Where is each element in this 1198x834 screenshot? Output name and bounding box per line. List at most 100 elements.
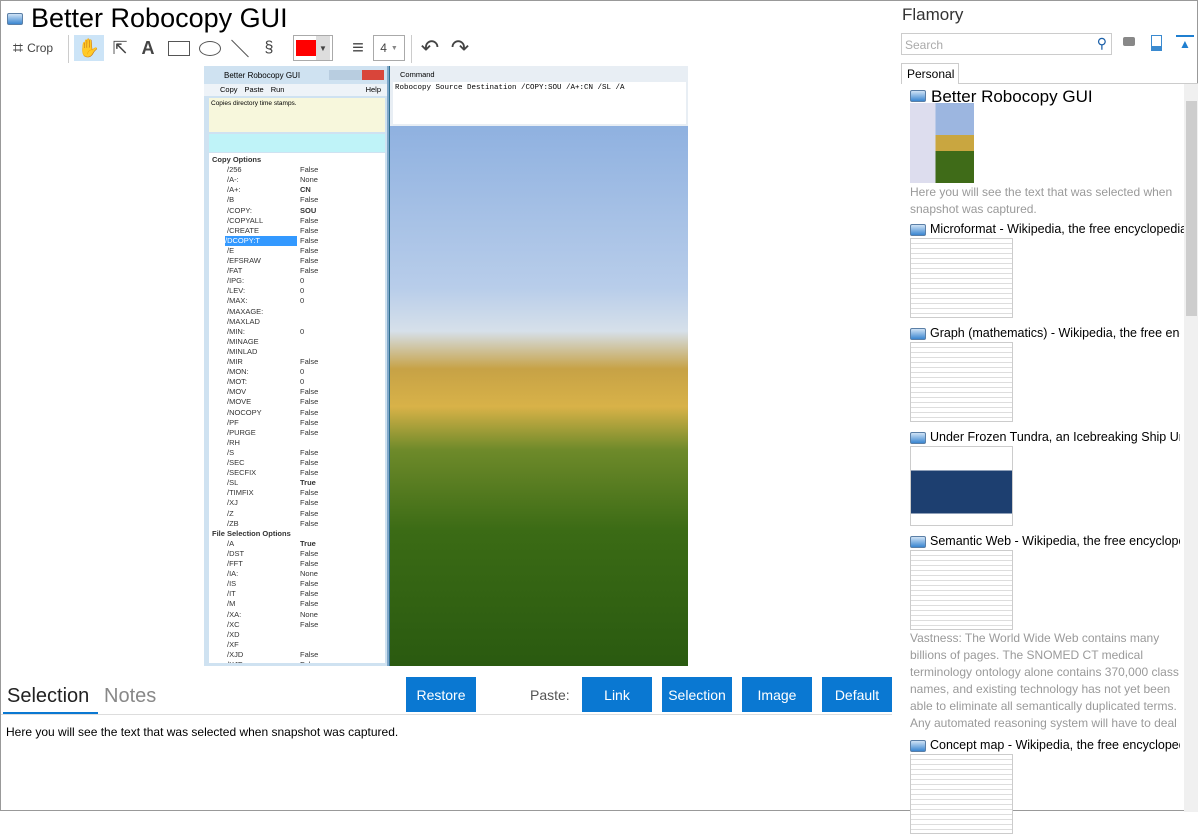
property-row[interactable]: /MIN: 0	[227, 327, 385, 337]
property-row[interactable]: /XJF False	[227, 660, 385, 663]
menu-paste[interactable]: Paste	[245, 84, 264, 96]
snapshot-title[interactable]: Semantic Web - Wikipedia, the free encyc…	[930, 534, 1180, 548]
snapshot-title[interactable]: Microformat - Wikipedia, the free encycl…	[930, 222, 1198, 236]
property-row[interactable]: /XD	[227, 630, 385, 640]
property-row[interactable]: /Z False	[227, 509, 385, 519]
scrollbar-thumb[interactable]	[1186, 101, 1197, 316]
paste-link-button[interactable]: Link	[582, 677, 652, 712]
tab-selection[interactable]: Selection	[7, 685, 89, 708]
property-row[interactable]: /EFSRAW False	[227, 256, 385, 266]
property-row[interactable]: /CREATE False	[227, 226, 385, 236]
selection-text[interactable]: Here you will see the text that was sele…	[6, 725, 398, 739]
property-row[interactable]: /ZB False	[227, 519, 385, 529]
snapshot-thumbnail[interactable]	[910, 342, 1013, 422]
property-row[interactable]: /DST False	[227, 549, 385, 559]
property-row[interactable]: /M False	[227, 599, 385, 609]
property-group[interactable]: Copy Options	[212, 155, 372, 165]
crop-button[interactable]: ⌗ Crop	[7, 35, 59, 61]
property-row[interactable]: /IA: None	[227, 569, 385, 579]
app-icon	[910, 536, 926, 548]
property-row[interactable]: /XC False	[227, 620, 385, 630]
menu-help[interactable]: Help	[366, 84, 381, 96]
property-row[interactable]: /SEC False	[227, 458, 385, 468]
tab-personal[interactable]: Personal	[901, 63, 959, 84]
property-row[interactable]: /A-: None	[227, 175, 385, 185]
property-row[interactable]: /XJD False	[227, 650, 385, 660]
property-row[interactable]: /MOVE False	[227, 397, 385, 407]
paste-default-button[interactable]: Default	[822, 677, 892, 712]
property-row[interactable]: /MINLAD	[227, 347, 385, 357]
property-row[interactable]: /A True	[227, 539, 385, 549]
property-row[interactable]: /B False	[227, 195, 385, 205]
property-row[interactable]: /E False	[227, 246, 385, 256]
property-row[interactable]: /FAT False	[227, 266, 385, 276]
snapshot-thumbnail[interactable]	[910, 238, 1013, 318]
line-tool-icon[interactable]	[228, 35, 252, 61]
collapse-icon[interactable]: ▲	[1176, 35, 1194, 51]
property-row[interactable]: /256 False	[227, 165, 385, 175]
menu-run[interactable]: Run	[271, 84, 285, 96]
property-row[interactable]: /LEV: 0	[227, 286, 385, 296]
redo-icon[interactable]: ↷	[448, 35, 472, 61]
property-row[interactable]: /XF	[227, 640, 385, 650]
undo-icon[interactable]: ↶	[418, 35, 442, 61]
line-width-select[interactable]: 4 ▼	[373, 35, 405, 61]
snapshot-thumbnail[interactable]	[910, 103, 974, 183]
search-icon[interactable]: ⚲	[1097, 35, 1107, 52]
property-row[interactable]: /MON: 0	[227, 367, 385, 377]
snapshot-title[interactable]: Concept map - Wikipedia, the free encycl…	[930, 738, 1180, 752]
property-name: /MIR	[227, 357, 243, 366]
color-picker[interactable]: ▼	[293, 35, 333, 61]
paste-image-button[interactable]: Image	[742, 677, 812, 712]
tab-notes[interactable]: Notes	[104, 685, 156, 708]
property-value: False	[300, 599, 319, 609]
property-grid[interactable]: Copy Options/256 False/A-: None/A+: CN/B Fal…	[209, 153, 385, 663]
property-row[interactable]: /RH	[227, 438, 385, 448]
snapshot-thumbnail[interactable]	[910, 754, 1013, 834]
property-row[interactable]: /MAXLAD	[227, 317, 385, 327]
document-icon[interactable]	[1151, 35, 1162, 51]
property-group[interactable]: File Selection Options	[212, 529, 372, 539]
property-row[interactable]: /DCOPY:T False	[225, 235, 385, 246]
property-row[interactable]: /MAX: 0	[227, 296, 385, 306]
paste-selection-button[interactable]: Selection	[662, 677, 732, 712]
property-name: /A-:	[227, 175, 239, 185]
property-row[interactable]: /MAXAGE:	[227, 307, 385, 317]
property-row[interactable]: /MIR False	[227, 357, 385, 367]
search-input[interactable]: Search ⚲	[901, 33, 1112, 55]
snapshot-title[interactable]: Under Frozen Tundra, an Icebreaking Ship…	[930, 430, 1180, 444]
property-row[interactable]: /MINAGE	[227, 337, 385, 347]
property-row[interactable]: /XJ False	[227, 498, 385, 508]
hand-tool-icon[interactable]: ✋	[74, 35, 104, 61]
property-row[interactable]: /XA: None	[227, 610, 385, 620]
property-row[interactable]: /S False	[227, 448, 385, 458]
property-row[interactable]: /NOCOPY False	[227, 408, 385, 418]
property-row[interactable]: /A+: CN	[227, 185, 385, 195]
menu-copy[interactable]: Copy	[220, 84, 238, 96]
rectangle-tool-icon[interactable]	[166, 35, 192, 61]
restore-button[interactable]: Restore	[406, 677, 476, 712]
freehand-tool-icon[interactable]: §	[259, 35, 279, 61]
property-row[interactable]: /TIMFIX False	[227, 488, 385, 498]
camera-icon[interactable]	[1123, 37, 1135, 46]
property-row[interactable]: /COPYALL False	[227, 216, 385, 226]
snapshot-thumbnail[interactable]	[910, 446, 1013, 526]
scrollbar[interactable]	[1184, 84, 1198, 812]
text-tool-icon[interactable]: A	[137, 35, 159, 61]
property-value: False	[300, 195, 319, 205]
property-row[interactable]: /IT False	[227, 589, 385, 599]
snapshot-title[interactable]: Graph (mathematics) - Wikipedia, the fre…	[930, 326, 1180, 340]
property-row[interactable]: /FFT False	[227, 559, 385, 569]
property-row[interactable]: /MOV False	[227, 387, 385, 397]
property-row[interactable]: /SL True	[227, 478, 385, 488]
property-row[interactable]: /PF False	[227, 418, 385, 428]
property-row[interactable]: /SECFIX False	[227, 468, 385, 478]
pointer-tool-icon[interactable]: ⇱	[108, 35, 132, 61]
property-row[interactable]: /IS False	[227, 579, 385, 589]
property-row[interactable]: /COPY: SOU	[227, 206, 385, 216]
property-row[interactable]: /MOT: 0	[227, 377, 385, 387]
ellipse-tool-icon[interactable]	[197, 35, 223, 61]
snapshot-thumbnail[interactable]	[910, 550, 1013, 630]
property-row[interactable]: /IPG: 0	[227, 276, 385, 286]
property-row[interactable]: /PURGE False	[227, 428, 385, 438]
